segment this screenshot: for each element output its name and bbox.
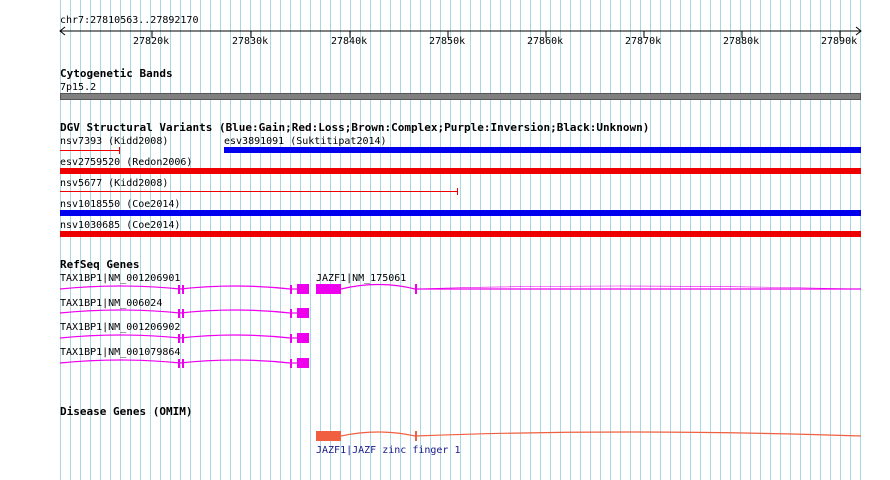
refseq-exon (178, 334, 180, 343)
dgv-feature-nsv5677[interactable] (60, 191, 458, 192)
ruler-tick-label: 27870k (625, 36, 662, 47)
refseq-exon (290, 309, 292, 318)
dgv-feature-esv3891091[interactable] (224, 147, 861, 153)
refseq-label-tax1bp1-nm001079864: TAX1BP1|NM_001079864 (60, 347, 181, 358)
refseq-exon (297, 358, 309, 368)
refseq-exon (297, 333, 309, 343)
refseq-exon (178, 285, 180, 294)
refseq-intron-line (59, 359, 291, 364)
refseq-exon (297, 284, 309, 294)
dgv-label-nsv1030685: nsv1030685 (Coe2014) (60, 220, 181, 231)
dgv-feature-esv2759520[interactable] (60, 168, 861, 174)
genome-browser-view: chr7:27810563..27892170 27820k 27830k 2784… (0, 0, 890, 480)
track-title-cytoband: Cytogenetic Bands (60, 67, 173, 80)
omim-exon (316, 431, 341, 441)
ruler-tick-label: 27880k (723, 36, 760, 47)
ruler-tick-label: 27840k (331, 36, 368, 47)
refseq-label-tax1bp1-nm006024: TAX1BP1|NM_006024 (60, 298, 163, 309)
dgv-feature-nsv5677-end (457, 188, 458, 195)
ruler-tick-label: 27820k (133, 36, 170, 47)
ruler-tick-label: 27830k (232, 36, 269, 47)
ruler-tick-label: 27860k (527, 36, 564, 47)
refseq-intron-line (59, 309, 291, 314)
cytoband-label: 7p15.2 (60, 82, 97, 93)
refseq-exon (178, 359, 180, 368)
dgv-feature-nsv1018550[interactable] (60, 210, 861, 216)
refseq-label-jazf1-nm175061: JAZF1|NM_175061 (316, 273, 407, 284)
refseq-exon (182, 359, 184, 368)
dgv-label-nsv7393: nsv7393 (Kidd2008) (60, 136, 169, 147)
ruler-tick-label: 27890k (821, 36, 858, 47)
refseq-exon (178, 309, 180, 318)
dgv-label-nsv5677: nsv5677 (Kidd2008) (60, 178, 169, 189)
omim-exon (415, 431, 417, 441)
refseq-exon (182, 285, 184, 294)
dgv-feature-nsv7393[interactable] (60, 150, 120, 151)
track-title-dgv: DGV Structural Variants (Blue:Gain;Red:L… (60, 121, 650, 134)
ruler-location: chr7:27810563..27892170 (60, 15, 199, 26)
refseq-label-tax1bp1-nm001206901: TAX1BP1|NM_001206901 (60, 273, 181, 284)
dgv-feature-nsv1030685[interactable] (60, 231, 861, 237)
dgv-feature-nsv7393-end (119, 147, 120, 154)
track-title-omim: Disease Genes (OMIM) (60, 405, 193, 418)
refseq-exon (290, 334, 292, 343)
track-title-refseq: RefSeq Genes (60, 258, 140, 271)
dgv-label-esv3891091: esv3891091 (Suktitipat2014) (224, 136, 387, 147)
refseq-exon (415, 284, 417, 294)
refseq-exon (316, 284, 341, 294)
refseq-exon (290, 285, 292, 294)
omim-label-jazf1: JAZF1|JAZF zinc finger 1 (316, 445, 461, 456)
omim-intron-line (340, 431, 862, 437)
refseq-intron-line (59, 334, 291, 339)
refseq-label-tax1bp1-nm001206902: TAX1BP1|NM_001206902 (60, 322, 181, 333)
refseq-intron-line (340, 283, 861, 290)
refseq-exon (182, 309, 184, 318)
refseq-exon (182, 334, 184, 343)
cytoband-bar[interactable] (60, 93, 861, 100)
refseq-exon (297, 308, 309, 318)
refseq-intron-line (59, 285, 291, 290)
refseq-exon (290, 359, 292, 368)
ruler-tick-label: 27850k (429, 36, 466, 47)
dgv-label-esv2759520: esv2759520 (Redon2006) (60, 157, 193, 168)
dgv-label-nsv1018550: nsv1018550 (Coe2014) (60, 199, 181, 210)
